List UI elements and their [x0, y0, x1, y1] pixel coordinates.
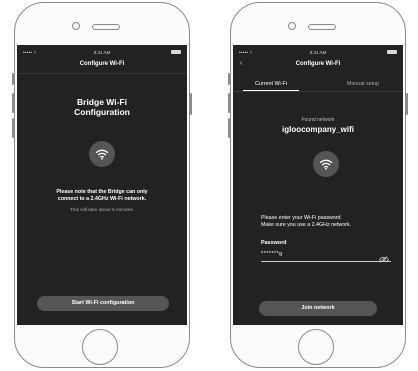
status-time: 9:41 AM — [309, 50, 327, 55]
status-bar: ••••• ▿ 9:41 AM — [17, 49, 187, 57]
front-camera — [288, 22, 296, 30]
nav-divider — [17, 73, 187, 74]
eye-slash-icon[interactable] — [379, 250, 389, 268]
password-label: Password — [261, 240, 287, 246]
volume-down-button — [12, 118, 14, 138]
nav-title: Configure Wi-Fi — [295, 61, 341, 67]
password-value: *******g — [261, 251, 283, 257]
wifi-icon — [313, 151, 339, 177]
left-phone-frame: ••••• ▿ 9:41 AM Configure Wi-Fi Bridge W… — [12, 2, 192, 368]
start-wifi-configuration-button[interactable]: Start Wi-Fi configuration — [37, 296, 169, 311]
volume-down-button — [228, 118, 230, 138]
power-button — [190, 93, 192, 115]
power-button — [406, 93, 408, 115]
heading-line-2: Configuration — [74, 107, 130, 117]
mute-switch — [228, 73, 230, 85]
status-bar: ••••• ▿ 9:41 AM — [233, 49, 403, 57]
active-tab-indicator — [243, 90, 299, 92]
battery-icon — [171, 50, 181, 54]
setup-tabs: Current Wi-Fi Manual setup — [233, 79, 403, 93]
volume-up-button — [12, 93, 14, 113]
heading-line-1: Bridge Wi-Fi — [77, 97, 127, 107]
tab-manual-setup[interactable]: Manual setup — [333, 81, 393, 87]
wifi-icon — [89, 141, 115, 167]
found-network-label: Found network — [301, 117, 335, 123]
home-button — [82, 329, 118, 365]
earpiece-speaker — [92, 24, 120, 30]
instruction-line-2: Make sure you use a 2.4GHz network. — [261, 221, 352, 228]
right-phone-frame: ••••• ▿ 9:41 AM ‹ Configure Wi-Fi Curren… — [228, 2, 408, 368]
home-button — [298, 329, 334, 365]
duration-note: This will take about 5 minutes. — [69, 208, 135, 213]
bridge-note: Please note that the Bridge can only con… — [17, 189, 187, 203]
join-network-button[interactable]: Join network — [259, 301, 377, 316]
password-field[interactable]: *******g — [261, 247, 391, 263]
tab-current-wifi[interactable]: Current Wi-Fi — [243, 81, 299, 87]
status-time: 9:41 AM — [93, 50, 111, 55]
front-camera — [72, 22, 80, 30]
screen-join-network: ••••• ▿ 9:41 AM ‹ Configure Wi-Fi Curren… — [233, 45, 403, 325]
nav-title: Configure Wi-Fi — [79, 61, 125, 67]
password-instructions: Please enter your Wi-Fi password. Make s… — [261, 215, 391, 228]
mute-switch — [12, 73, 14, 85]
battery-icon — [387, 50, 397, 54]
note-line-1: Please note that the Bridge can only — [56, 189, 148, 195]
screen-configure-wifi-intro: ••••• ▿ 9:41 AM Configure Wi-Fi Bridge W… — [17, 45, 187, 325]
network-name: igloocompany_wifi — [281, 125, 354, 134]
note-line-2: connect to a 2.4GHz Wi-Fi network. — [57, 196, 147, 202]
volume-up-button — [228, 93, 230, 113]
earpiece-speaker — [308, 24, 336, 30]
page-heading: Bridge Wi-Fi Configuration — [17, 97, 187, 117]
